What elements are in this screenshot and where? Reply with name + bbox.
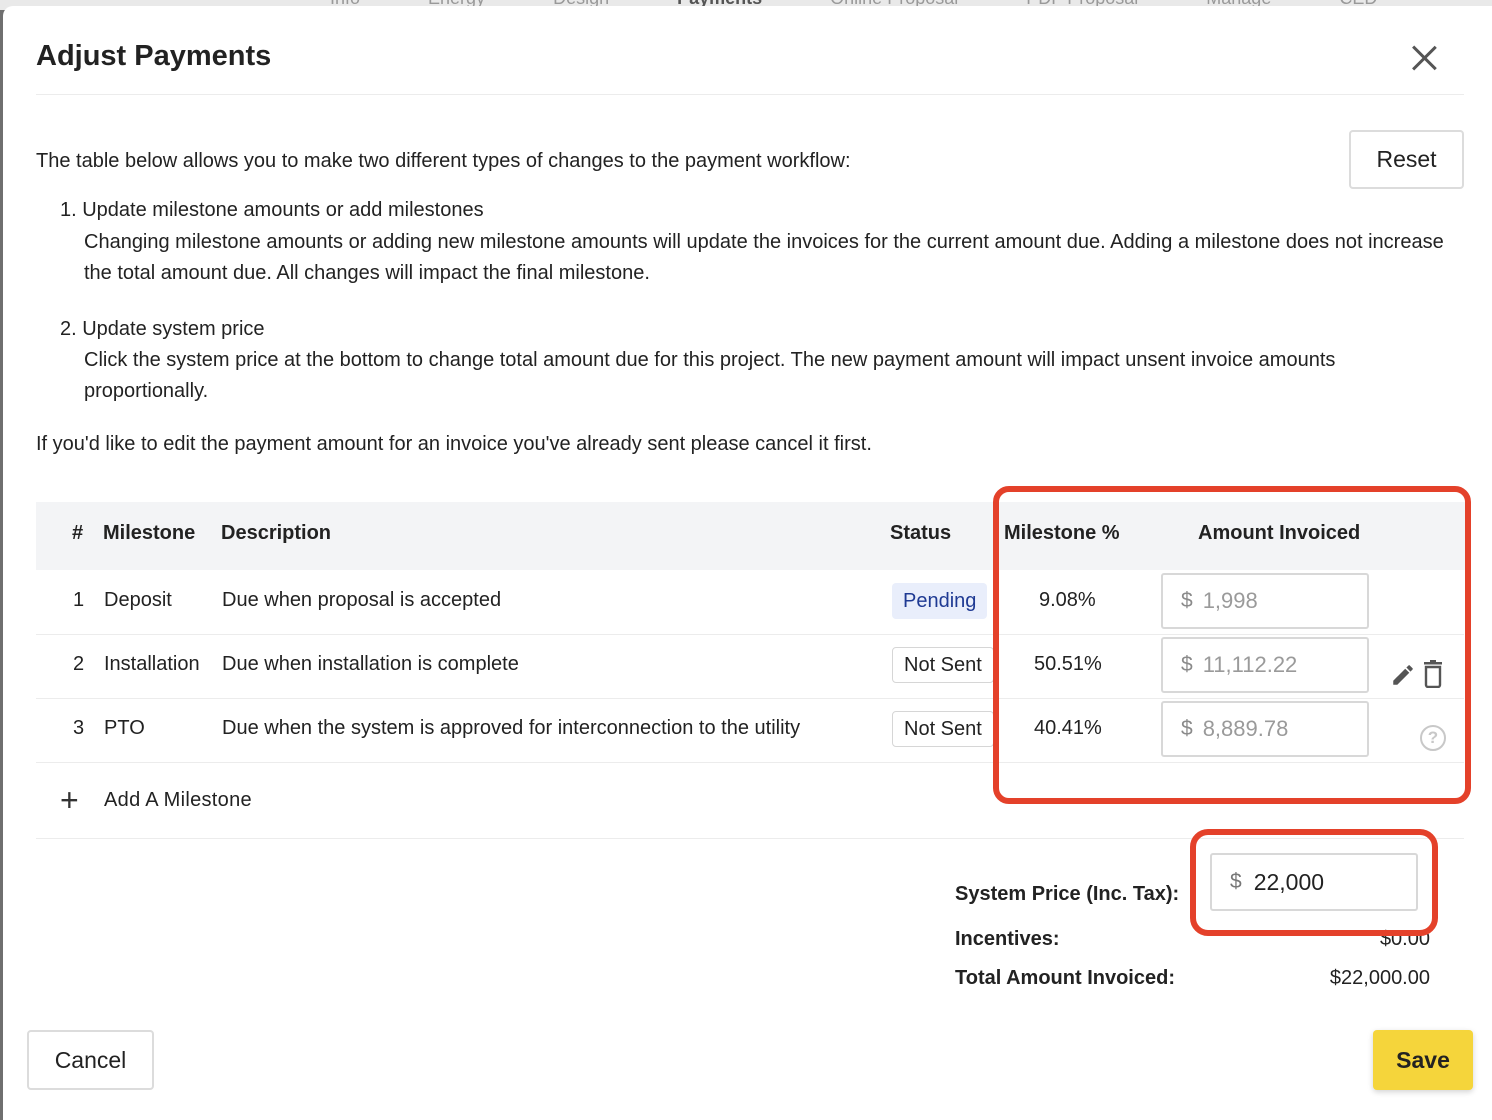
header-status: Status	[890, 522, 952, 544]
row-1-description: Due when proposal is accepted	[222, 589, 502, 611]
row-3-milestone: PTO	[104, 717, 145, 739]
help-icon[interactable]: ?	[1420, 725, 1446, 751]
intro-text: The table below allows you to make two d…	[36, 150, 851, 172]
cancel-button[interactable]: Cancel	[27, 1030, 154, 1090]
system-price-label: System Price (Inc. Tax):	[955, 883, 1180, 905]
row-3-amount-input[interactable]: $ 8,889.78	[1161, 701, 1369, 757]
status-badge-pending: Pending	[892, 583, 988, 619]
row-1-num: 1	[73, 589, 85, 611]
save-button[interactable]: Save	[1373, 1030, 1473, 1090]
currency-symbol: $	[1230, 870, 1242, 893]
header-description: Description	[221, 522, 332, 544]
status-badge-not-sent: Not Sent	[892, 647, 994, 683]
row-1-pct: 9.08%	[1039, 589, 1096, 611]
total-invoiced-label: Total Amount Invoiced:	[955, 967, 1175, 989]
row-1-milestone: Deposit	[104, 589, 172, 611]
currency-symbol: $	[1181, 589, 1193, 612]
title-divider	[36, 94, 1464, 95]
row-3-num: 3	[73, 717, 85, 739]
row-divider	[36, 762, 1464, 763]
currency-symbol: $	[1181, 717, 1193, 740]
header-amount-invoiced: Amount Invoiced	[1198, 522, 1361, 544]
row-divider	[36, 698, 1464, 699]
row-2-pct: 50.51%	[1034, 653, 1102, 675]
system-price-input[interactable]: $ 22,000	[1210, 853, 1418, 911]
incentives-value: $0.00	[1379, 928, 1430, 950]
change-type-1-body: Changing milestone amounts or adding new…	[84, 231, 1444, 284]
trash-icon[interactable]	[1421, 660, 1445, 688]
row-1-amount-input[interactable]: $ 1,998	[1161, 573, 1369, 629]
row-2-amount-value: 11,112.22	[1202, 652, 1298, 677]
total-invoiced-value: $22,000.00	[1329, 967, 1430, 989]
change-type-1-title: 1. Update milestone amounts or add miles…	[60, 199, 484, 221]
currency-symbol: $	[1181, 653, 1193, 676]
plus-icon: +	[60, 782, 79, 818]
header-milestone-pct: Milestone %	[1004, 522, 1120, 544]
row-2-num: 2	[73, 653, 85, 675]
header-num: #	[72, 522, 84, 544]
row-3-pct: 40.41%	[1034, 717, 1102, 739]
change-type-2-body: Click the system price at the bottom to …	[84, 349, 1336, 402]
pencil-icon[interactable]	[1390, 662, 1416, 688]
section-divider	[36, 838, 1464, 839]
add-milestone-label: Add A Milestone	[104, 788, 252, 811]
dialog-title: Adjust Payments	[36, 40, 272, 72]
cancel-note: If you'd like to edit the payment amount…	[36, 433, 872, 455]
row-2-milestone: Installation	[104, 653, 200, 675]
row-2-amount-input[interactable]: $ 11,112.22	[1161, 637, 1369, 693]
incentives-label: Incentives:	[955, 928, 1060, 950]
close-icon[interactable]	[1410, 44, 1438, 72]
row-1-amount-value: 1,998	[1202, 588, 1258, 613]
header-milestone: Milestone	[103, 522, 196, 544]
row-2-description: Due when installation is complete	[222, 653, 519, 675]
change-type-2-title: 2. Update system price	[60, 318, 265, 340]
add-milestone-button[interactable]: + Add A Milestone	[60, 782, 252, 818]
status-badge-not-sent: Not Sent	[892, 711, 994, 747]
system-price-value: 22,000	[1253, 868, 1325, 895]
row-3-amount-value: 8,889.78	[1202, 716, 1289, 741]
row-3-description: Due when the system is approved for inte…	[222, 717, 801, 739]
row-divider	[36, 634, 1464, 635]
reset-button[interactable]: Reset	[1349, 130, 1464, 189]
